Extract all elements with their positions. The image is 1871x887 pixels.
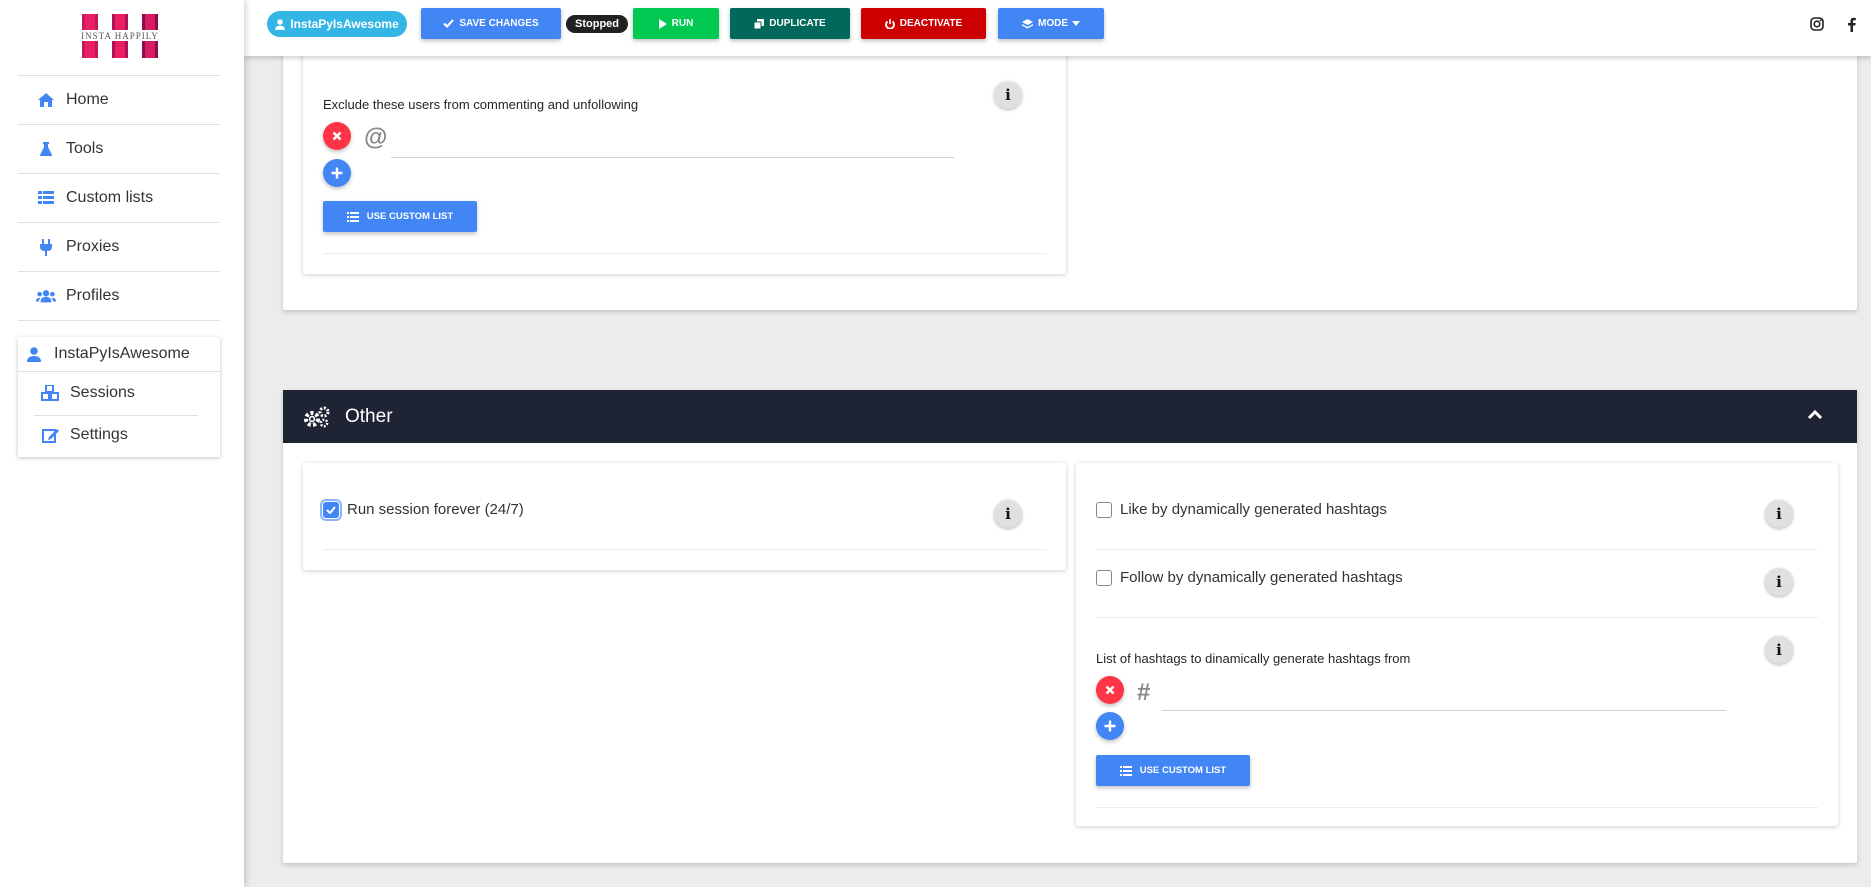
- like-dynamic-checkbox[interactable]: [1096, 501, 1112, 518]
- sidebar-item-label: Home: [66, 91, 109, 108]
- layers-icon: [1022, 18, 1033, 28]
- top-toolbar: InstaPyIsAwesome SAVE CHANGES Stopped RU…: [244, 0, 1871, 56]
- deactivate-label: DEACTIVATE: [899, 18, 963, 29]
- follow-dynamic-label: Follow by dynamically generated hashtags: [1120, 569, 1403, 586]
- add-entry-button[interactable]: [1096, 712, 1124, 740]
- info-button[interactable]: i: [994, 500, 1022, 528]
- at-prefix: @: [364, 124, 388, 151]
- sidebar-item-label: Sessions: [70, 384, 135, 401]
- like-dynamic-label: Like by dynamically generated hashtags: [1120, 501, 1387, 518]
- active-profile-pill[interactable]: InstaPyIsAwesome: [267, 11, 407, 37]
- flask-icon: [36, 139, 56, 159]
- facebook-icon[interactable]: [1847, 17, 1856, 37]
- info-button[interactable]: i: [1765, 568, 1793, 596]
- sidebar-item-proxies[interactable]: Proxies: [18, 222, 220, 271]
- user-icon: [26, 346, 42, 362]
- use-custom-list-button[interactable]: USE CUSTOM LIST: [1096, 755, 1250, 786]
- copy-icon: [754, 18, 765, 29]
- info-button[interactable]: i: [1765, 636, 1793, 664]
- sidebar-item-profiles[interactable]: Profiles: [18, 271, 220, 320]
- divider: [1096, 549, 1818, 550]
- run-forever-option[interactable]: Run session forever (24/7): [320, 498, 524, 521]
- instagram-icon[interactable]: [1810, 17, 1824, 36]
- close-icon: [1105, 685, 1115, 695]
- exclude-users-card: i Exclude these users from commenting an…: [303, 30, 1066, 274]
- profile-name-item[interactable]: InstaPyIsAwesome: [18, 337, 220, 372]
- follow-dynamic-checkbox[interactable]: [1096, 569, 1112, 586]
- add-entry-button[interactable]: [323, 159, 351, 187]
- sidebar-item-label: Tools: [66, 140, 104, 157]
- run-forever-label: Run session forever (24/7): [347, 501, 524, 518]
- list-icon: [346, 211, 359, 222]
- logo-text: INSTA HAPPILY: [81, 31, 159, 41]
- status-badge: Stopped: [566, 15, 628, 33]
- sidebar-item-label: Profiles: [66, 287, 120, 304]
- profile-name: InstaPyIsAwesome: [54, 345, 190, 362]
- hashtag-list-label: List of hashtags to dinamically generate…: [1096, 651, 1411, 666]
- close-icon: [332, 131, 342, 141]
- plug-icon: [36, 237, 56, 257]
- app-logo[interactable]: INSTA HAPPILY: [78, 12, 162, 60]
- save-changes-button[interactable]: SAVE CHANGES: [421, 8, 561, 39]
- duplicate-label: DUPLICATE: [769, 18, 826, 29]
- power-icon: [884, 18, 895, 29]
- follow-dynamic-option[interactable]: Follow by dynamically generated hashtags: [1096, 569, 1403, 586]
- sidebar-item-tools[interactable]: Tools: [18, 124, 220, 173]
- sidebar: INSTA HAPPILY Home Tools Custom lists Pr…: [0, 0, 244, 887]
- home-icon: [36, 90, 56, 110]
- list-icon: [1119, 765, 1132, 776]
- run-label: RUN: [671, 18, 694, 29]
- check-icon: [326, 505, 336, 514]
- use-custom-list-label: USE CUSTOM LIST: [1139, 765, 1227, 776]
- sidebar-item-settings[interactable]: Settings: [18, 414, 220, 456]
- run-forever-checkbox[interactable]: [320, 498, 342, 521]
- use-custom-list-button[interactable]: USE CUSTOM LIST: [323, 201, 477, 232]
- user-icon: [275, 18, 286, 30]
- hash-prefix: #: [1137, 679, 1151, 706]
- profile-menu: InstaPyIsAwesome Sessions Settings: [18, 337, 220, 457]
- sidebar-item-label: Proxies: [66, 238, 120, 255]
- list-icon: [36, 188, 56, 208]
- other-section-header[interactable]: Other: [283, 390, 1857, 443]
- divider: [323, 253, 1046, 254]
- edit-icon: [40, 427, 60, 443]
- use-custom-list-label: USE CUSTOM LIST: [366, 211, 454, 222]
- exclude-username-input[interactable]: [391, 132, 954, 158]
- deactivate-button[interactable]: DEACTIVATE: [861, 8, 986, 39]
- chevron-up-icon[interactable]: [1807, 409, 1823, 420]
- mode-dropdown-button[interactable]: MODE: [998, 8, 1104, 39]
- like-dynamic-option[interactable]: Like by dynamically generated hashtags: [1096, 501, 1387, 518]
- run-forever-card: Run session forever (24/7) i: [303, 463, 1066, 570]
- active-profile-name: InstaPyIsAwesome: [290, 17, 399, 31]
- mode-label: MODE: [1038, 18, 1068, 29]
- run-button[interactable]: RUN: [633, 8, 719, 39]
- divider: [1096, 617, 1818, 618]
- sidebar-item-custom-lists[interactable]: Custom lists: [18, 173, 220, 222]
- info-button[interactable]: i: [1765, 500, 1793, 528]
- remove-entry-button[interactable]: [1096, 676, 1124, 704]
- plus-icon: [331, 167, 343, 179]
- play-icon: [658, 18, 667, 29]
- divider: [1096, 807, 1818, 808]
- sidebar-item-label: Settings: [70, 426, 128, 443]
- users-icon: [36, 286, 56, 306]
- exclude-users-label: Exclude these users from commenting and …: [323, 97, 639, 112]
- duplicate-button[interactable]: DUPLICATE: [730, 8, 850, 39]
- sidebar-item-sessions[interactable]: Sessions: [18, 372, 220, 414]
- sidebar-item-label: Custom lists: [66, 189, 154, 206]
- check-icon: [443, 19, 455, 28]
- remove-entry-button[interactable]: [323, 122, 351, 150]
- dynamic-hashtags-card: Like by dynamically generated hashtags i…: [1076, 463, 1838, 826]
- plus-icon: [1104, 720, 1116, 732]
- section-title: Other: [345, 405, 393, 427]
- save-changes-label: SAVE CHANGES: [459, 18, 539, 29]
- cubes-icon: [40, 385, 60, 401]
- cogs-icon: [303, 406, 331, 428]
- info-button[interactable]: i: [994, 81, 1022, 109]
- caret-down-icon: [1072, 21, 1080, 26]
- hashtag-input[interactable]: [1162, 685, 1726, 711]
- sidebar-divider: [18, 320, 220, 321]
- sidebar-item-home[interactable]: Home: [18, 75, 220, 124]
- divider: [323, 549, 1046, 550]
